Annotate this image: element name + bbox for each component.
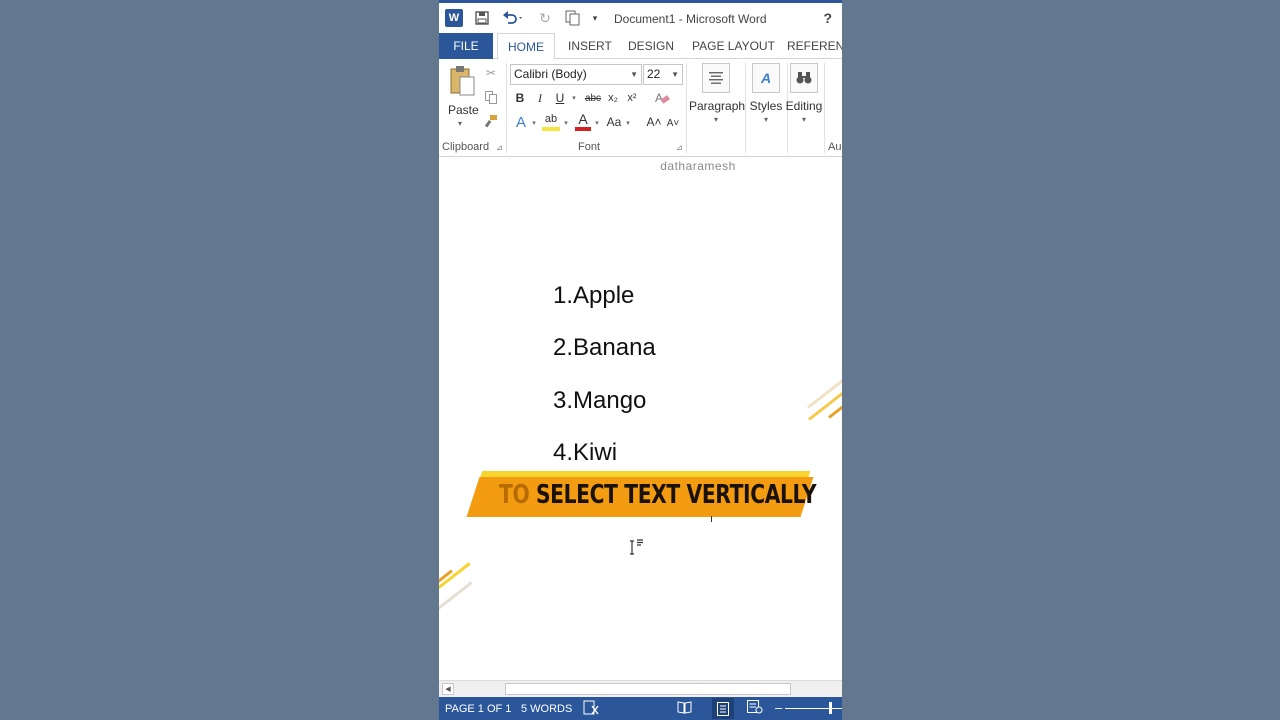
- font-size-combo[interactable]: 22 ▼: [643, 64, 683, 85]
- chevron-down-icon: ▼: [671, 70, 679, 79]
- document-page[interactable]: 1.Apple 2.Banana 3.Mango 4.Kiwi TO SELEC…: [439, 176, 842, 680]
- editing-button[interactable]: Editing ▾: [779, 63, 829, 124]
- paste-icon[interactable]: [447, 65, 477, 99]
- banner-text-main: SELECT TEXT VERTICALLY: [529, 480, 817, 510]
- paragraph-label: Paragraph: [689, 99, 746, 113]
- subscript-button[interactable]: x₂: [605, 90, 621, 106]
- zoom-slider-thumb[interactable]: [829, 702, 832, 714]
- underline-dropdown-icon[interactable]: ▾: [570, 90, 578, 106]
- chevron-down-icon: ▼: [630, 70, 638, 79]
- paragraph-icon: [702, 63, 730, 93]
- font-group-label: Font: [578, 141, 601, 153]
- bold-button[interactable]: B: [513, 90, 527, 106]
- ibeam-cursor-icon: [628, 539, 648, 562]
- tab-page-layout[interactable]: PAGE LAYOUT: [692, 33, 775, 59]
- partial-group-label: Au: [828, 141, 842, 153]
- grow-font-button[interactable]: A˄: [646, 113, 662, 131]
- font-color-button[interactable]: A: [575, 111, 591, 131]
- word-logo-icon: W: [445, 9, 463, 27]
- clear-formatting-icon[interactable]: A: [653, 89, 671, 107]
- svg-text:A: A: [655, 91, 663, 105]
- banner-text-faded: TO: [499, 480, 530, 510]
- zoom-out-icon[interactable]: –: [775, 700, 782, 715]
- change-case-button[interactable]: Aa: [604, 113, 624, 131]
- print-layout-icon[interactable]: [712, 698, 734, 719]
- word-count[interactable]: 5 WORDS: [521, 703, 572, 715]
- underline-button[interactable]: U: [553, 90, 567, 106]
- customize-qat-icon[interactable]: ▾: [589, 8, 601, 28]
- separator: [824, 63, 825, 153]
- paste-label[interactable]: Paste: [448, 103, 479, 117]
- italic-button[interactable]: I: [533, 90, 547, 106]
- web-layout-icon[interactable]: [747, 700, 763, 717]
- chevron-down-icon: ▾: [801, 115, 806, 124]
- window-title: Document1 - Microsoft Word: [614, 12, 767, 26]
- tab-design[interactable]: DESIGN: [628, 33, 674, 59]
- font-name-combo[interactable]: Calibri (Body) ▼: [510, 64, 642, 85]
- styles-icon: A: [752, 63, 780, 93]
- format-painter-icon[interactable]: [483, 113, 499, 129]
- separator: [686, 63, 687, 153]
- title-banner: TO SELECT TEXT VERTICALLY: [466, 471, 817, 517]
- read-mode-icon[interactable]: [677, 700, 692, 717]
- save-icon[interactable]: [472, 8, 492, 28]
- highlight-button[interactable]: ab: [542, 111, 560, 131]
- editing-label: Editing: [785, 99, 823, 113]
- list-item[interactable]: 3.Mango: [553, 387, 646, 415]
- watermark-text: datharamesh: [660, 159, 736, 173]
- text-effects-dropdown-icon[interactable]: ▾: [530, 115, 538, 131]
- font-color-dropdown-icon[interactable]: ▾: [593, 115, 601, 131]
- highlight-dropdown-icon[interactable]: ▾: [562, 115, 570, 131]
- clipboard-launcher-icon[interactable]: ⊿: [496, 143, 503, 152]
- word-window: W ↻ ▾ Document1 - Microsoft Word ? FILE …: [439, 0, 842, 720]
- binoculars-icon: [790, 63, 818, 93]
- horizontal-scrollbar[interactable]: ◀: [439, 680, 842, 697]
- banner-text: TO SELECT TEXT VERTICALLY: [499, 480, 817, 510]
- paragraph-button[interactable]: Paragraph ▾: [689, 63, 746, 124]
- text-effects-button[interactable]: A: [513, 113, 529, 131]
- proofing-icon[interactable]: [583, 700, 599, 719]
- title-bar: W ↻ ▾ Document1 - Microsoft Word ?: [439, 0, 842, 33]
- ribbon-home: Paste ▾ ✂ Clipboard ⊿ Calibri (Body) ▼ 2…: [439, 59, 842, 157]
- change-case-dropdown-icon[interactable]: ▾: [624, 115, 632, 131]
- copy-icon[interactable]: [483, 89, 499, 105]
- separator: [506, 63, 507, 153]
- list-item[interactable]: 1.Apple: [553, 282, 634, 310]
- tab-home[interactable]: HOME: [497, 33, 555, 60]
- ribbon-tabs: FILE HOME INSERT DESIGN PAGE LAYOUT REFE…: [439, 33, 842, 60]
- page-count[interactable]: PAGE 1 OF 1: [445, 703, 511, 715]
- font-launcher-icon[interactable]: ⊿: [676, 143, 683, 152]
- font-name-value: Calibri (Body): [514, 67, 587, 81]
- shrink-font-button[interactable]: A˅: [665, 115, 681, 131]
- tab-insert[interactable]: INSERT: [568, 33, 612, 59]
- decorative-stripe: [439, 581, 473, 611]
- status-bar: PAGE 1 OF 1 5 WORDS –: [439, 697, 842, 720]
- tab-file[interactable]: FILE: [439, 33, 493, 59]
- superscript-button[interactable]: x²: [624, 90, 640, 106]
- tab-references[interactable]: REFERENCES: [787, 33, 842, 59]
- list-item[interactable]: 4.Kiwi: [553, 439, 617, 467]
- zoom-slider[interactable]: [785, 708, 842, 709]
- chevron-down-icon: ▾: [713, 115, 718, 124]
- list-item[interactable]: 2.Banana: [553, 334, 656, 362]
- clipboard-group-label: Clipboard: [442, 141, 490, 153]
- redo-icon[interactable]: ↻: [535, 8, 555, 28]
- cut-icon[interactable]: ✂: [483, 65, 499, 81]
- undo-icon[interactable]: [499, 8, 527, 28]
- scrollbar-thumb[interactable]: [505, 683, 791, 695]
- scroll-left-icon[interactable]: ◀: [442, 683, 454, 695]
- strikethrough-button[interactable]: abc: [583, 90, 603, 106]
- help-icon[interactable]: ?: [823, 10, 832, 26]
- paste-dropdown-icon[interactable]: ▾: [458, 119, 462, 128]
- font-size-value: 22: [647, 67, 661, 81]
- text-caret: [711, 516, 712, 522]
- copy-format-icon[interactable]: [562, 8, 584, 28]
